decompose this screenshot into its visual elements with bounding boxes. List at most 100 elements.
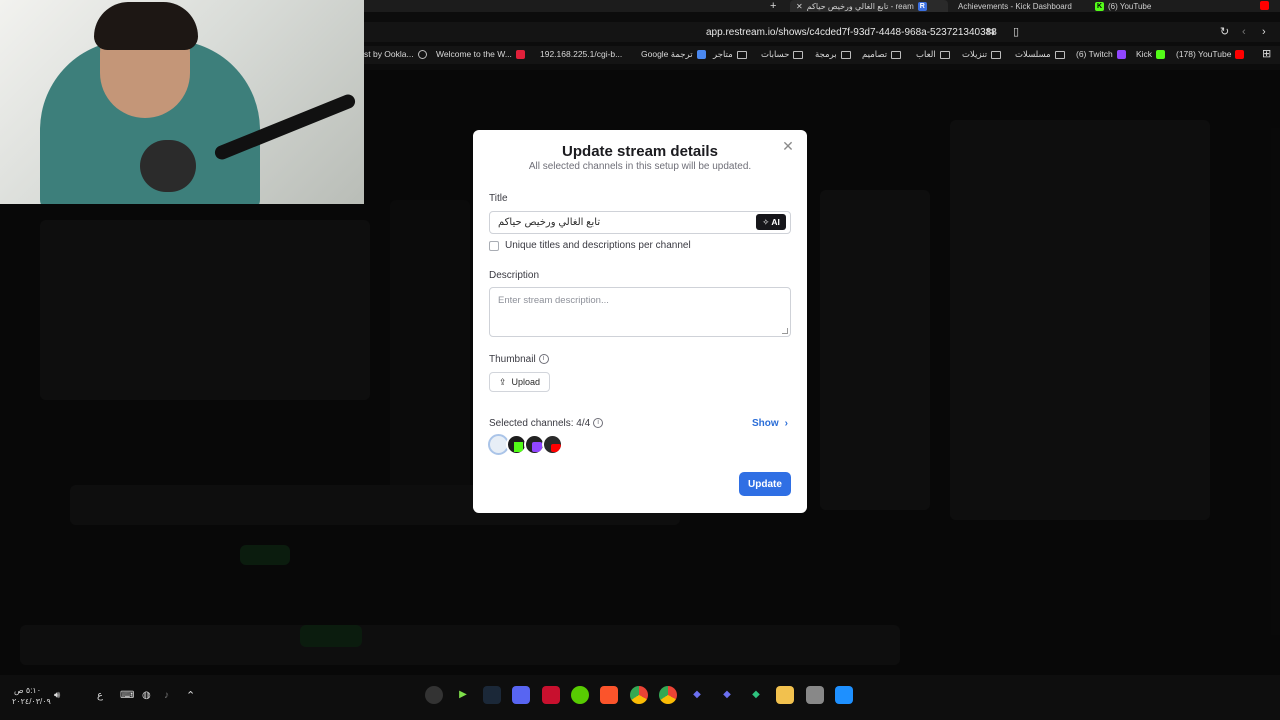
url-field[interactable]: app.restream.io/shows/c4cded7f-93d7-4448… <box>706 27 997 38</box>
bookmark-folder[interactable]: تنزيلات <box>962 49 1002 60</box>
description-placeholder: Enter stream description... <box>498 295 609 306</box>
new-tab-icon[interactable]: + <box>770 0 776 12</box>
chrome-icon[interactable] <box>630 686 648 704</box>
upload-icon: ⇪ <box>498 376 507 387</box>
modal-subtitle: All selected channels in this setup will… <box>528 161 752 172</box>
bookmark-label: مسلسلات <box>1015 49 1051 59</box>
bookmark-folder[interactable]: تصاميم <box>862 49 902 60</box>
tab-kick-dashboard[interactable]: Achievements - Kick Dashboard <box>958 0 1072 12</box>
bookmark-label: تصاميم <box>862 49 888 59</box>
update-stream-details-modal: ✕ Update stream details All selected cha… <box>473 130 807 513</box>
bookmark-item[interactable]: Welcome to the W... <box>436 49 525 59</box>
bookmark-label: العاب <box>916 49 936 59</box>
close-tab-icon[interactable]: ✕ <box>796 2 803 11</box>
clock-date[interactable]: ٢٠٢٤/٠٣/٠٩ <box>12 697 51 706</box>
language-indicator[interactable]: ع <box>97 690 103 701</box>
tab-label: (6) YouTube <box>1108 1 1152 11</box>
apps-grid-icon[interactable]: ⊞ <box>1262 48 1271 60</box>
brave-icon[interactable] <box>600 686 618 704</box>
unique-titles-label[interactable]: Unique titles and descriptions per chann… <box>505 240 691 251</box>
bookmark-label: Google ترجمة <box>641 49 693 59</box>
thumbnail-label-text: Thumbnail <box>489 354 536 365</box>
bookmark-item[interactable]: 192.168.225.1/cgi-b... <box>540 49 622 59</box>
sparkle-icon: ✧ <box>762 216 770 227</box>
kick-icon <box>514 442 523 452</box>
title-input[interactable]: تابع الغالي ورخيص حياكم <box>489 211 791 234</box>
network-icon[interactable]: ◍ <box>142 690 151 701</box>
clock-time[interactable]: ٥:١٠ ص <box>14 686 41 695</box>
kick-icon <box>1156 49 1166 59</box>
streamlabs-icon[interactable]: ▶ <box>454 686 472 704</box>
folder-icon <box>793 50 804 59</box>
title-label: Title <box>489 193 508 204</box>
bookmark-folder[interactable]: متاجر <box>713 49 747 60</box>
update-button[interactable]: Update <box>739 472 791 496</box>
google-translate-icon <box>696 50 706 59</box>
reload-icon[interactable]: ↻ <box>1220 26 1229 38</box>
app-icon[interactable] <box>542 686 560 704</box>
steam-icon[interactable] <box>483 686 501 704</box>
app-diamond-icon[interactable]: ◆ <box>688 686 706 704</box>
youtube-channel-avatar[interactable] <box>542 434 563 455</box>
tab-label: Achievements - Kick Dashboard <box>958 1 1072 11</box>
youtube-icon <box>551 444 561 452</box>
bookmark-label: حسابات <box>761 49 790 59</box>
bookmark-item[interactable]: Kick <box>1136 49 1166 59</box>
bookmark-item[interactable]: Google ترجمة <box>641 49 706 60</box>
folder-icon <box>991 50 1002 59</box>
forward-icon[interactable]: › <box>1262 26 1266 38</box>
description-textarea[interactable]: Enter stream description... <box>489 287 791 337</box>
show-channels-link[interactable]: Show › <box>752 418 788 429</box>
bookmark-label: Kick <box>1136 49 1153 59</box>
youtube-icon <box>1235 49 1245 59</box>
mic-icon[interactable]: ♪ <box>164 690 169 701</box>
tab-label: تابع الغالي ورخيص حياكم - ream <box>806 1 914 11</box>
bookmark-item[interactable]: (178) YouTube <box>1176 49 1245 59</box>
headset <box>140 140 196 192</box>
youtube-favicon-icon <box>1260 1 1269 10</box>
bookmark-item[interactable]: (6) Twitch <box>1076 49 1126 59</box>
chrome-profile-icon[interactable] <box>659 686 677 704</box>
restream-favicon-icon: R <box>917 1 927 11</box>
selected-channels-text: Selected channels: 4/4 <box>489 418 591 429</box>
obs-icon[interactable] <box>425 686 443 704</box>
ai-generate-button[interactable]: ✧ AI <box>756 214 786 230</box>
keyboard-icon[interactable]: ⌨ <box>120 690 134 701</box>
unique-titles-checkbox[interactable] <box>489 241 499 251</box>
bookmark-folder[interactable]: حسابات <box>761 49 804 60</box>
chevron-right-icon: › <box>784 418 789 429</box>
bookmark-folder[interactable]: مسلسلات <box>1015 49 1065 60</box>
resize-handle-icon[interactable] <box>782 328 788 334</box>
bookmark-item[interactable]: st by Ookla... <box>364 49 427 59</box>
screen: + ✕ تابع الغالي ورخيص حياكم - ream R Ach… <box>0 0 1280 720</box>
info-icon[interactable]: i <box>593 418 604 429</box>
bookmark-icon[interactable]: ▯ <box>1013 26 1019 38</box>
tab-youtube[interactable]: K (6) YouTube <box>1095 0 1151 12</box>
app-diamond-icon[interactable]: ◆ <box>718 686 736 704</box>
site-settings-icon[interactable]: ⇆ <box>986 26 995 38</box>
modal-title: Update stream details <box>562 143 718 160</box>
task-view-icon[interactable] <box>806 686 824 704</box>
folder-icon <box>939 50 950 59</box>
folder-icon <box>736 50 747 59</box>
webcam-person-hair <box>94 2 198 50</box>
discord-icon[interactable] <box>512 686 530 704</box>
tab-restream[interactable]: ✕ تابع الغالي ورخيص حياكم - ream R <box>790 0 948 12</box>
duolingo-icon[interactable] <box>571 686 589 704</box>
folder-icon <box>891 50 902 59</box>
description-label: Description <box>489 270 540 281</box>
info-icon[interactable]: i <box>538 354 549 365</box>
volume-icon[interactable]: 🔊︎ <box>54 690 60 701</box>
bookmark-folder[interactable]: برمجة <box>815 49 851 60</box>
app-diamond-icon[interactable]: ◆ <box>747 686 765 704</box>
show-hidden-icons-icon[interactable]: ⌃ <box>186 689 195 702</box>
start-menu-icon[interactable] <box>835 686 853 704</box>
back-icon[interactable]: ‹ <box>1242 26 1246 38</box>
file-explorer-icon[interactable] <box>776 686 794 704</box>
bookmark-folder[interactable]: العاب <box>916 49 950 60</box>
show-label: Show <box>752 418 779 429</box>
thumbnail-label: Thumbnail i <box>489 354 549 365</box>
upload-button[interactable]: ⇪ Upload <box>489 372 550 392</box>
bookmark-label: Welcome to the W... <box>436 49 512 59</box>
twitch-icon <box>1116 49 1126 59</box>
